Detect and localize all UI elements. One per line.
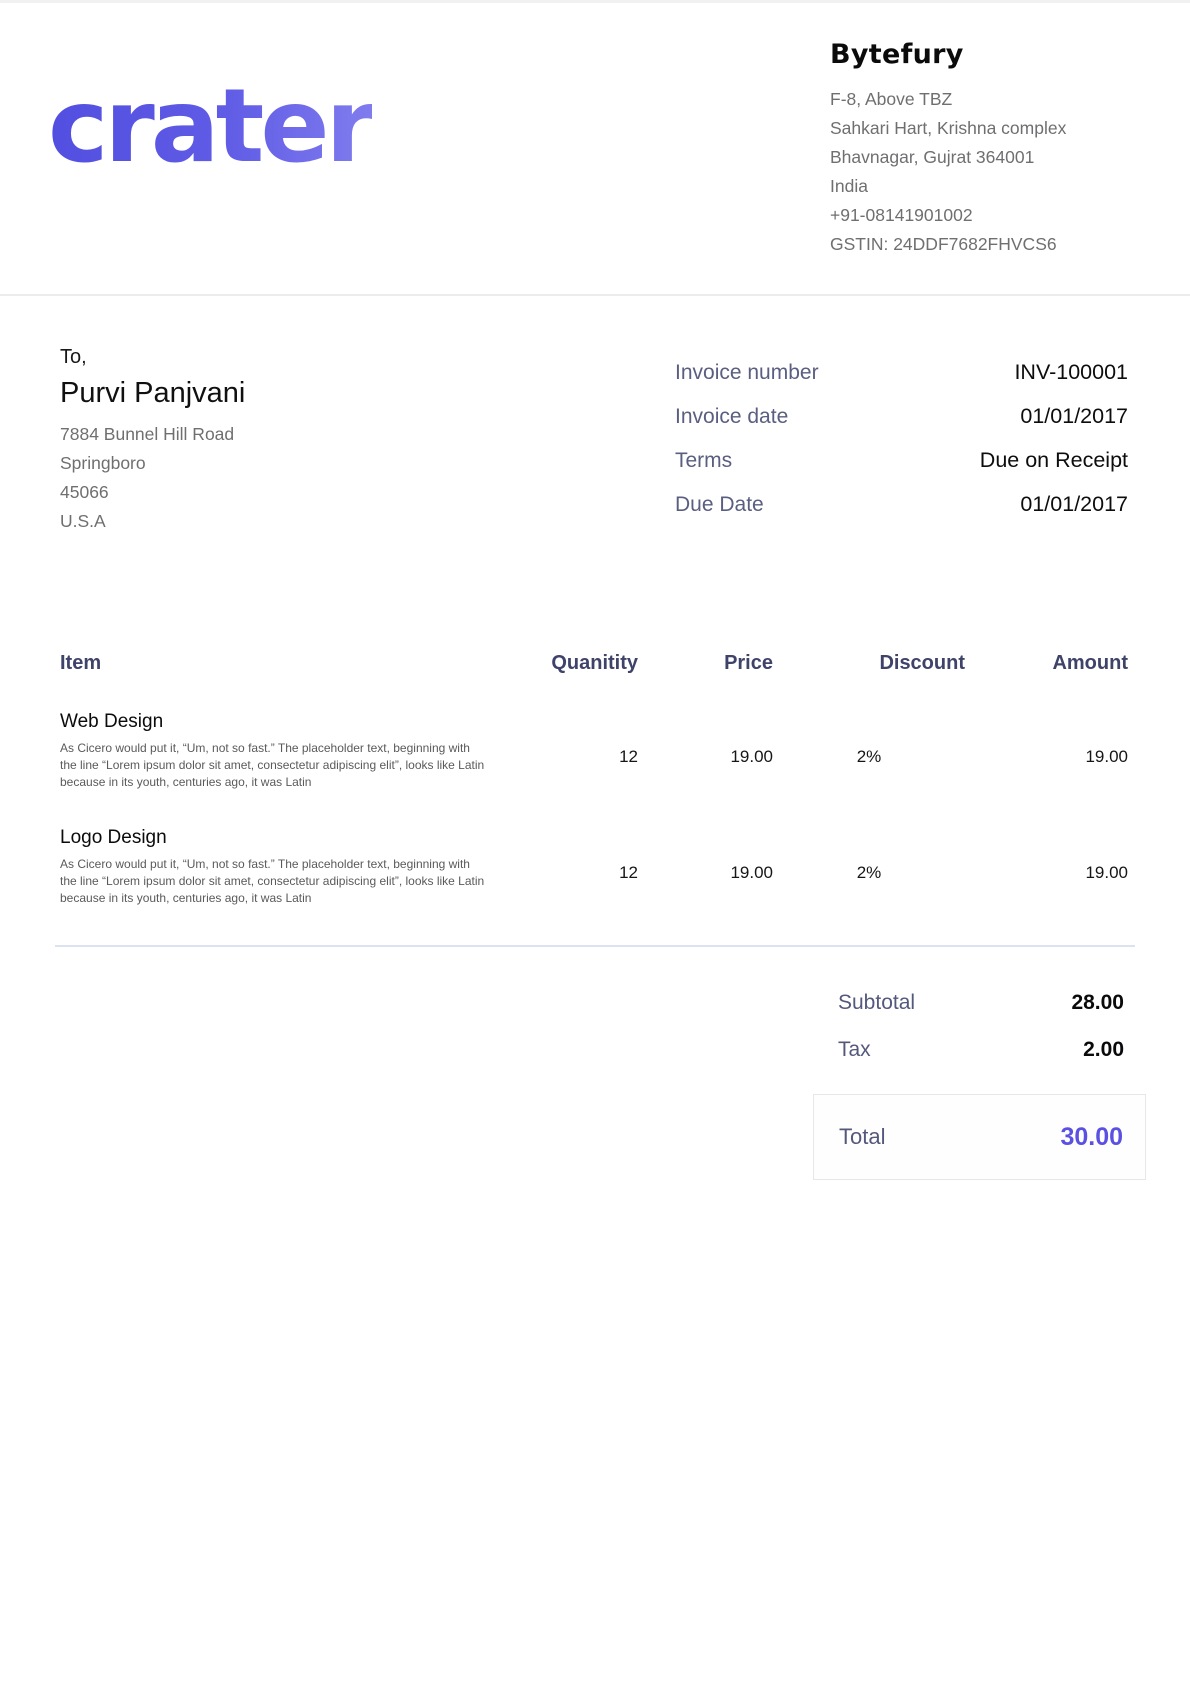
totals-summary: Subtotal 28.00 Tax 2.00 Total 30.00	[813, 991, 1146, 1180]
item-price: 19.00	[638, 827, 773, 907]
billing-section: To, Purvi Panjvani 7884 Bunnel Hill Road…	[0, 296, 1190, 536]
due-date-label: Due Date	[675, 493, 764, 517]
invoice-date-value: 01/01/2017	[1020, 404, 1128, 429]
item-quantity: 12	[490, 711, 638, 791]
total-box: Total 30.00	[813, 1094, 1146, 1180]
item-discount: 2%	[773, 711, 965, 791]
bill-to-label: To,	[60, 346, 245, 369]
invoice-header: crater Bytefury F-8, Above TBZ Sahkari H…	[0, 3, 1190, 296]
invoice-meta: Invoice number INV-100001 Invoice date 0…	[675, 360, 1128, 536]
invoice-date-row: Invoice date 01/01/2017	[675, 404, 1128, 429]
customer-name: Purvi Panjvani	[60, 377, 245, 410]
col-header-discount: Discount	[773, 652, 965, 675]
customer-address-line: Springboro	[60, 449, 245, 478]
total-value: 30.00	[1060, 1123, 1123, 1152]
invoice-number-row: Invoice number INV-100001	[675, 360, 1128, 385]
col-header-price: Price	[638, 652, 773, 675]
item-amount: 19.00	[965, 827, 1128, 907]
item-price: 19.00	[638, 711, 773, 791]
terms-value: Due on Receipt	[980, 448, 1128, 473]
item-name: Web Design	[60, 711, 490, 733]
subtotal-row: Subtotal 28.00	[813, 991, 1146, 1015]
invoice-number-value: INV-100001	[1014, 360, 1128, 385]
col-header-item: Item	[60, 652, 490, 675]
item-description: As Cicero would put it, “Um, not so fast…	[60, 740, 488, 791]
items-table-header: Item Quanitity Price Discount Amount	[60, 652, 1128, 675]
invoice-page: crater Bytefury F-8, Above TBZ Sahkari H…	[0, 0, 1190, 1684]
col-header-quantity: Quanitity	[490, 652, 638, 675]
due-date-row: Due Date 01/01/2017	[675, 492, 1128, 517]
customer-address-line: 7884 Bunnel Hill Road	[60, 420, 245, 449]
due-date-value: 01/01/2017	[1020, 492, 1128, 517]
subtotal-value: 28.00	[1071, 991, 1124, 1015]
items-table: Item Quanitity Price Discount Amount Web…	[0, 652, 1190, 907]
company-address-line: F-8, Above TBZ	[830, 85, 1120, 114]
item-cell: Web Design As Cicero would put it, “Um, …	[60, 711, 490, 791]
bill-to-block: To, Purvi Panjvani 7884 Bunnel Hill Road…	[60, 346, 245, 536]
company-address-line: Sahkari Hart, Krishna complex	[830, 114, 1120, 143]
invoice-date-label: Invoice date	[675, 405, 788, 429]
col-header-amount: Amount	[965, 652, 1128, 675]
company-address-line: Bhavnagar, Gujrat 364001	[830, 143, 1120, 172]
subtotal-label: Subtotal	[838, 991, 915, 1015]
table-bottom-divider	[55, 945, 1135, 947]
company-gstin: GSTIN: 24DDF7682FHVCS6	[830, 230, 1120, 259]
item-description: As Cicero would put it, “Um, not so fast…	[60, 856, 488, 907]
company-phone: +91-08141901002	[830, 201, 1120, 230]
item-discount: 2%	[773, 827, 965, 907]
total-label: Total	[839, 1124, 885, 1150]
invoice-number-label: Invoice number	[675, 361, 819, 385]
item-name: Logo Design	[60, 827, 490, 849]
table-row: Logo Design As Cicero would put it, “Um,…	[60, 827, 1128, 907]
item-cell: Logo Design As Cicero would put it, “Um,…	[60, 827, 490, 907]
company-name: Bytefury	[830, 39, 1120, 70]
terms-label: Terms	[675, 449, 732, 473]
terms-row: Terms Due on Receipt	[675, 448, 1128, 473]
item-amount: 19.00	[965, 711, 1128, 791]
customer-address-line: 45066	[60, 478, 245, 507]
customer-address-line: U.S.A	[60, 507, 245, 536]
crater-logo: crater	[48, 71, 372, 183]
company-info: Bytefury F-8, Above TBZ Sahkari Hart, Kr…	[830, 33, 1120, 259]
company-address-line: India	[830, 172, 1120, 201]
tax-label: Tax	[838, 1038, 871, 1062]
table-row: Web Design As Cicero would put it, “Um, …	[60, 711, 1128, 791]
tax-value: 2.00	[1083, 1038, 1124, 1062]
item-quantity: 12	[490, 827, 638, 907]
tax-row: Tax 2.00	[813, 1038, 1146, 1062]
